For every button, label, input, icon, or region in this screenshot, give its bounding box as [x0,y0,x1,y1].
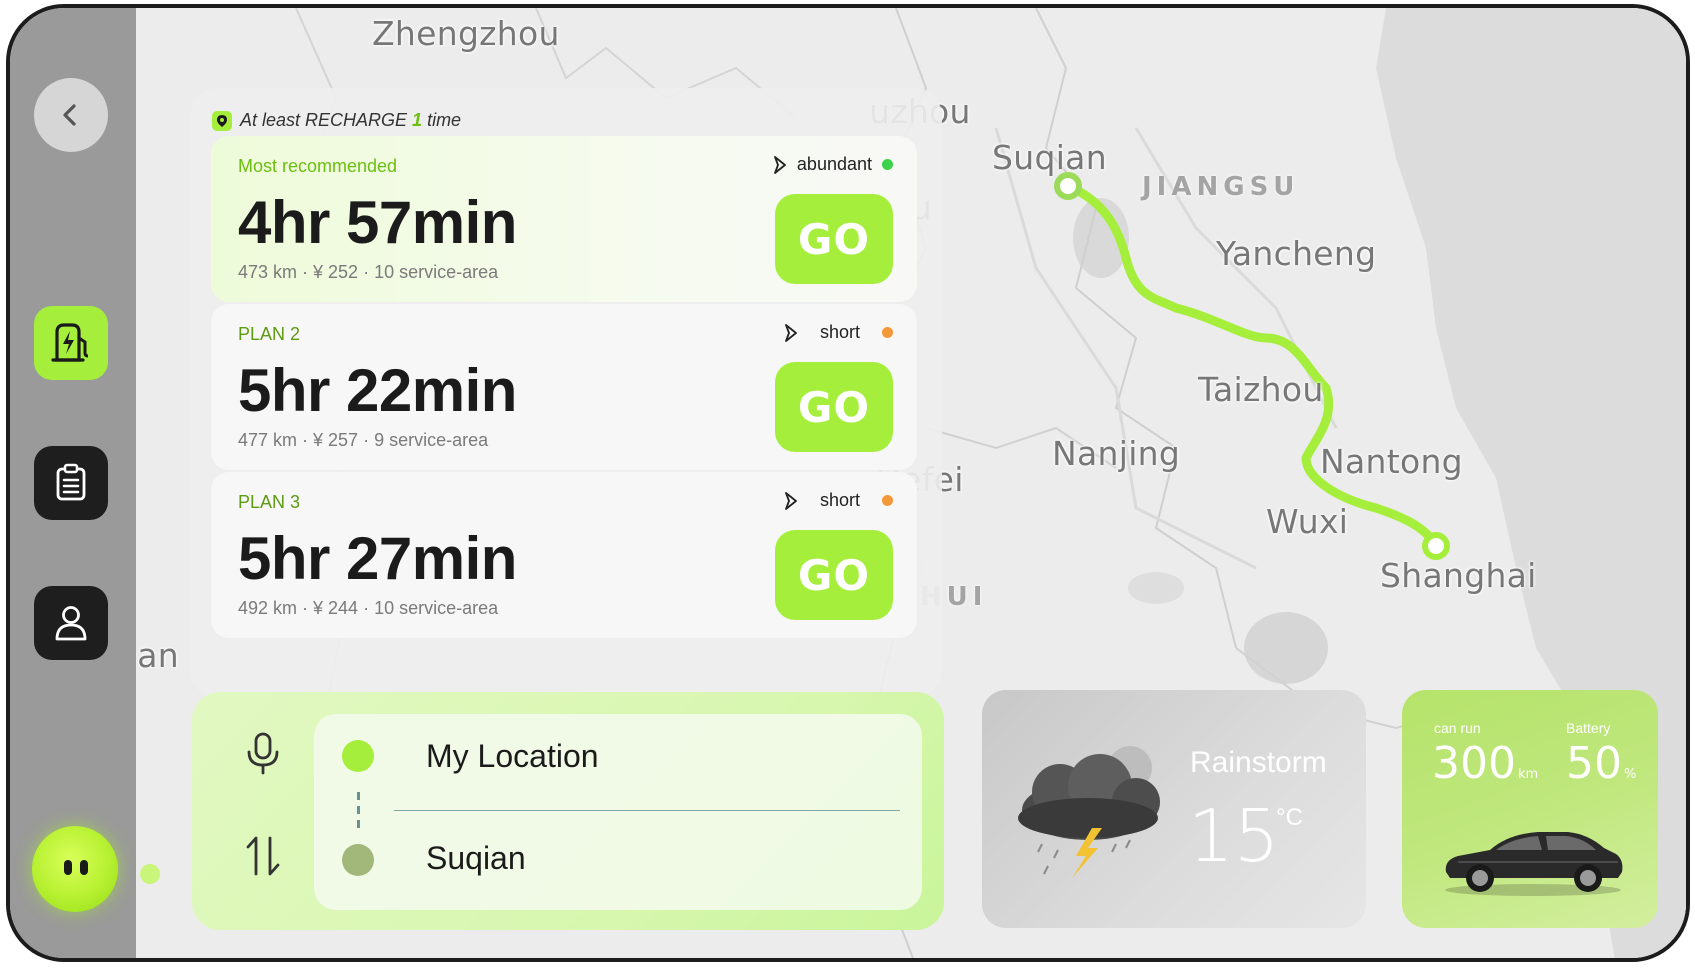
plan-meta: 492 km · ¥ 244 · 10 service-area [238,598,499,618]
recharge-count: 1 [412,110,423,130]
mascot-eye [80,860,88,875]
plan-label: PLAN 3 [238,492,301,512]
app-window: Zhengzhou uzhou Suqian hou JIANGSU Yanch… [6,4,1690,962]
charging-status-tag: abundant [773,154,893,175]
status-dot [882,327,893,338]
status-dot [882,159,893,170]
divider [394,810,900,811]
plan-meta: 473 km · ¥ 252 · 10 service-area [238,262,499,282]
mascot-eye [64,860,72,875]
tag-text: short [819,322,860,342]
recharge-hint-suffix: time [422,110,462,130]
charging-status-tag: short [784,490,893,511]
recharge-hint-prefix: At least RECHARGE [240,110,413,130]
weather-card[interactable]: Rainstorm 15 °C [982,690,1366,928]
swap-arrows-icon [246,836,280,876]
map-label-city: Yancheng [1216,234,1377,273]
charging-status-tag: short [784,322,893,343]
map-label-city: Taizhou [1198,370,1324,409]
map-label-city: Nanjing [1052,434,1181,473]
car-image [1445,832,1623,896]
range-unit: km [1517,767,1539,782]
destination-field[interactable]: Suqian [426,840,526,877]
range-value: 300 km [1432,738,1538,789]
origin-field[interactable]: My Location [426,738,599,775]
navigation-arrow-icon [785,323,797,342]
map-label-city: Nantong [1320,442,1463,481]
go-button[interactable]: GO [775,530,893,620]
nav-item-charging[interactable] [34,306,108,380]
plan-duration: 5hr 22min [238,357,517,424]
origin-dot [342,740,374,772]
plan-duration: 4hr 57min [238,189,517,256]
map-label-province: JIANGSU [1142,172,1300,202]
microphone-icon [247,732,279,775]
thunderstorm-cloud-icon [1018,746,1160,878]
battery-number: 50 [1566,738,1622,789]
route-endpoints-panel: My Location Suqian [192,692,944,930]
location-pin-icon [212,110,232,131]
battery-unit: % [1624,767,1637,782]
tag-text: short [819,490,860,510]
go-button[interactable]: GO [775,362,893,452]
route-plan-card[interactable]: PLAN 3 short 5hr 27min 492 km · ¥ 244 · … [211,472,917,638]
weather-unit: °C [1276,804,1303,831]
nav-item-profile[interactable] [34,586,108,660]
range-number: 300 [1432,738,1516,789]
map-label-city: Shanghai [1380,556,1537,595]
plan-label: PLAN 2 [238,324,301,344]
user-icon [55,606,87,641]
swap-route-button[interactable] [244,834,282,883]
map-label-city: Suqian [992,138,1107,177]
navigation-arrow-icon [785,491,797,510]
route-connector [357,792,360,832]
map-label-city: Wuxi [1266,502,1349,541]
battery-value: 50% [1566,738,1636,789]
map-label-city: Zhengzhou [372,14,560,53]
route-plans-panel: At least RECHARGE 1 time Most recommende… [190,88,942,698]
navigation-arrow-icon [774,155,786,174]
assistant-bubble-dot [140,864,160,884]
voice-input-button[interactable] [244,732,282,781]
clipboard-icon [56,463,86,501]
plan-meta: 477 km · ¥ 257 · 9 service-area [238,430,489,450]
assistant-mascot-button[interactable] [32,826,118,912]
route-plan-card[interactable]: PLAN 2 short 5hr 22min 477 km · ¥ 257 · … [211,304,917,470]
nav-item-trips[interactable] [34,446,108,520]
plan-duration: 5hr 27min [238,525,517,592]
plan-label: Most recommended [238,156,398,176]
weather-temperature: 15 [1188,794,1280,878]
back-button[interactable] [34,78,108,152]
vehicle-status-card[interactable]: can run Battery 300 km 50% [1402,690,1658,928]
status-dot [882,495,893,506]
recharge-hint: At least RECHARGE 1 time [212,110,461,131]
battery-label: Battery [1566,720,1611,736]
go-button[interactable]: GO [775,194,893,284]
tag-text: abundant [796,154,872,174]
charging-station-icon [51,323,89,362]
range-label: can run [1434,720,1481,736]
chevron-left-icon [63,104,76,126]
destination-dot [342,844,374,876]
weather-condition: Rainstorm [1190,746,1327,779]
route-endpoints-box: My Location Suqian [314,714,922,910]
route-plan-card[interactable]: Most recommended abundant 4hr 57min 473 … [211,136,917,302]
